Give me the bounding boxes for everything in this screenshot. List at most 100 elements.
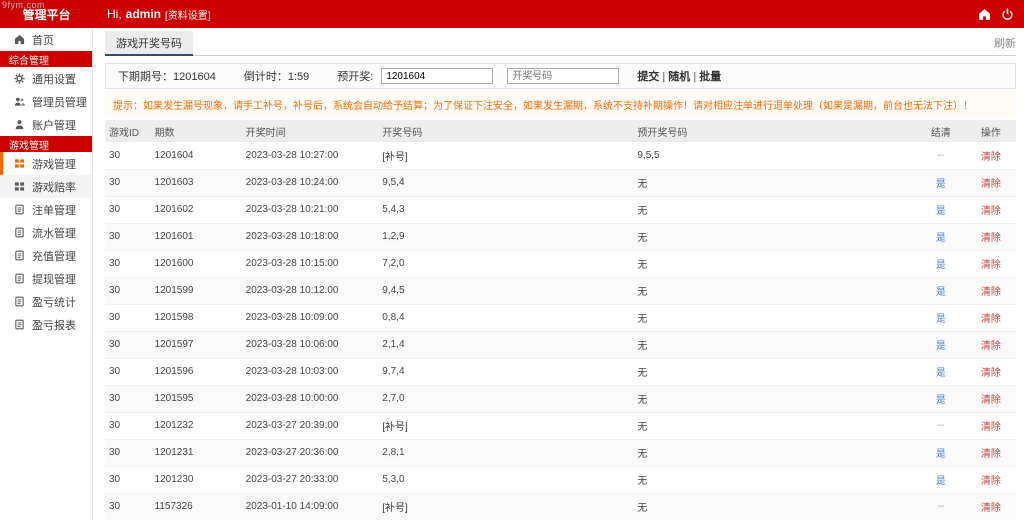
username: admin (126, 7, 161, 21)
sidebar-item-transaction-flow[interactable]: 流水管理 (0, 221, 92, 244)
cell-pre-draw-number: 无 (633, 277, 915, 304)
draw-number-value: 9,7,4 (382, 366, 404, 377)
sidebar-item-home[interactable]: 首页 (0, 28, 92, 51)
settle-link[interactable]: 是 (936, 233, 946, 244)
fill-number-link[interactable]: [补号] (382, 422, 408, 433)
sidebar-section-game-section: 游戏管理 (0, 136, 92, 152)
sidebar-item-recharge-management[interactable]: 充值管理 (0, 244, 92, 267)
cell-issue: 1201601 (151, 223, 242, 250)
cell-issue: 1201230 (151, 466, 242, 493)
column-header: 操作 (966, 120, 1016, 142)
cell-pre-draw-number: 无 (633, 439, 915, 466)
sidebar-item-profit-report[interactable]: 盈亏报表 (0, 313, 92, 336)
sidebar-item-account-management[interactable]: 账户管理 (0, 113, 92, 136)
settle-link[interactable]: 是 (936, 449, 946, 460)
cell-draw-number: 7,2,0 (378, 250, 633, 277)
sidebar-item-general-settings[interactable]: 通用设置 (0, 67, 92, 90)
action-random[interactable]: 随机 (668, 71, 690, 83)
sidebar-item-label: 流水管理 (32, 225, 76, 241)
cell-draw-time: 2023-03-28 10:27:00 (242, 142, 379, 169)
sidebar-item-game-management[interactable]: 游戏管理 (0, 152, 92, 175)
draw-number-value: 5,4,3 (382, 204, 404, 215)
sidebar-item-profit-stats[interactable]: 盈亏统计 (0, 290, 92, 313)
clear-link[interactable]: 清除 (981, 449, 1001, 460)
cell-pre-draw-number: 无 (633, 358, 915, 385)
cell-issue: 1201596 (151, 358, 242, 385)
draw-toolbar: 下期期号：1201604 倒计时：1:59 预开奖: 提交 | 随机 | 批量 (105, 63, 1016, 89)
column-header: 预开奖号码 (633, 120, 915, 142)
cell-issue: 1201602 (151, 196, 242, 223)
fill-number-link[interactable]: [补号] (382, 503, 408, 514)
sidebar-item-admin-management[interactable]: 管理员管理 (0, 90, 92, 113)
settle-link[interactable]: 是 (936, 314, 946, 325)
cell-game-id: 30 (105, 142, 151, 169)
cell-action: 清除 (966, 223, 1016, 250)
cell-action: 清除 (966, 250, 1016, 277)
column-header: 开奖号码 (378, 120, 633, 142)
home-icon[interactable] (978, 8, 991, 21)
tab-game-draw-numbers[interactable]: 游戏开奖号码 (105, 31, 193, 56)
sidebar-item-label: 提现管理 (32, 271, 76, 287)
cell-game-id: 30 (105, 196, 151, 223)
cell-action: 清除 (966, 331, 1016, 358)
sidebar-item-game-odds[interactable]: 游戏赔率 (0, 175, 92, 198)
table-row: 3012016002023-03-28 10:15:007,2,0无是清除 (105, 250, 1016, 277)
cell-draw-time: 2023-03-28 10:12:00 (242, 277, 379, 304)
sidebar-item-label: 首页 (32, 32, 54, 48)
settle-link[interactable]: 是 (936, 260, 946, 271)
cell-settle: 是 (916, 304, 966, 331)
table-header-row: 游戏ID期数开奖时间开奖号码预开奖号码结清操作 (105, 120, 1016, 142)
fill-number-link[interactable]: [补号] (382, 152, 408, 163)
clear-link[interactable]: 清除 (981, 287, 1001, 298)
clear-link[interactable]: 清除 (981, 152, 1001, 163)
sidebar-item-bet-orders[interactable]: 注单管理 (0, 198, 92, 221)
cell-draw-number: 0,8,4 (378, 304, 633, 331)
clear-link[interactable]: 清除 (981, 206, 1001, 217)
settle-link[interactable]: 是 (936, 179, 946, 190)
cell-settle: -- (916, 412, 966, 439)
action-batch[interactable]: 批量 (699, 71, 721, 83)
cell-pre-draw-number: 无 (633, 412, 915, 439)
clear-link[interactable]: 清除 (981, 422, 1001, 433)
power-icon[interactable] (1001, 8, 1014, 21)
refresh-link[interactable]: 刷新 (994, 35, 1016, 55)
cell-issue: 1201599 (151, 277, 242, 304)
user-greeting: Hi, admin [资料设置] (107, 7, 211, 22)
settle-link[interactable]: 是 (936, 368, 946, 379)
cell-action: 清除 (966, 169, 1016, 196)
toolbar-actions: 提交 | 随机 | 批量 (637, 68, 721, 84)
clear-link[interactable]: 清除 (981, 476, 1001, 487)
cell-action: 清除 (966, 196, 1016, 223)
action-submit[interactable]: 提交 (637, 71, 659, 83)
settle-link[interactable]: 是 (936, 341, 946, 352)
clear-link[interactable]: 清除 (981, 179, 1001, 190)
cell-draw-number: 9,4,5 (378, 277, 633, 304)
clear-link[interactable]: 清除 (981, 233, 1001, 244)
settle-link[interactable]: 是 (936, 206, 946, 217)
issue-input[interactable] (381, 68, 493, 84)
clear-link[interactable]: 清除 (981, 503, 1001, 514)
users-icon (14, 96, 25, 107)
clear-link[interactable]: 清除 (981, 314, 1001, 325)
settle-link[interactable]: 是 (936, 395, 946, 406)
clear-link[interactable]: 清除 (981, 368, 1001, 379)
sidebar-item-withdrawal-management[interactable]: 提现管理 (0, 267, 92, 290)
profile-settings-link[interactable]: [资料设置] (165, 7, 211, 22)
clear-link[interactable]: 清除 (981, 341, 1001, 352)
cell-issue: 1201600 (151, 250, 242, 277)
doc-icon (14, 227, 25, 238)
settle-value: -- (937, 501, 944, 512)
doc-icon (14, 319, 25, 330)
cell-game-id: 30 (105, 466, 151, 493)
settle-link[interactable]: 是 (936, 287, 946, 298)
cell-pre-draw-number: 无 (633, 223, 915, 250)
sidebar-section-general-section: 综合管理 (0, 51, 92, 67)
watermark: 9fym.com (2, 0, 45, 10)
settle-link[interactable]: 是 (936, 476, 946, 487)
doc-icon (14, 204, 25, 215)
clear-link[interactable]: 清除 (981, 260, 1001, 271)
draw-number-input[interactable] (507, 68, 619, 84)
table-row: 3012012322023-03-27 20:39:00[补号]无--清除 (105, 412, 1016, 439)
clear-link[interactable]: 清除 (981, 395, 1001, 406)
cell-issue: 1201232 (151, 412, 242, 439)
